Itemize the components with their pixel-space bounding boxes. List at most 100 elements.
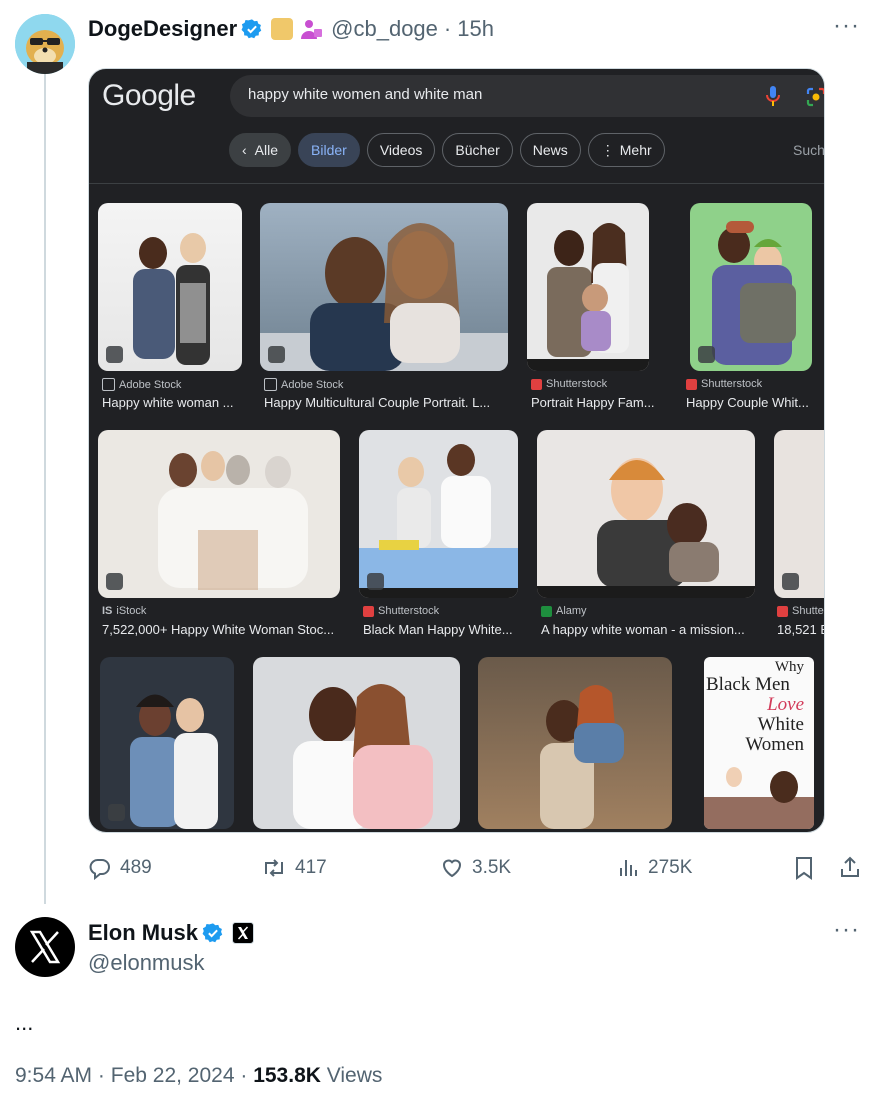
chip-news: News <box>519 133 581 167</box>
chip-mehr: ⋮ Mehr <box>587 133 665 167</box>
tweet2-header: Elon Musk <box>88 918 255 948</box>
book-title-line-3: Love <box>767 694 804 715</box>
result-caption-2: Happy Multicultural Couple Portrait. L..… <box>264 395 491 410</box>
result-source-2: Adobe Stock <box>264 378 343 391</box>
book-cover-art-icon <box>704 767 814 829</box>
mic-icon <box>766 86 780 106</box>
chip-bilder: Bilder <box>298 133 360 167</box>
author-handle[interactable]: @cb_doge <box>331 16 438 42</box>
x-affiliate-icon <box>232 922 255 944</box>
x-logo-icon <box>29 930 61 964</box>
image-icon <box>106 346 123 363</box>
woman-child-photo-icon <box>537 458 755 598</box>
result-image-3 <box>527 203 649 371</box>
retweet-icon <box>265 859 283 877</box>
image-icon <box>106 573 123 590</box>
chip-alle: ‹ Alle <box>229 133 292 167</box>
reply-count: 489 <box>120 857 152 878</box>
result-image-6 <box>359 430 518 598</box>
more-options-icon[interactable]: ··· <box>833 916 860 944</box>
result-image-1 <box>98 203 242 371</box>
views-label: Views <box>326 1064 383 1087</box>
result-image-2 <box>260 203 508 371</box>
reply-icon <box>89 859 110 880</box>
heart-icon <box>442 859 462 878</box>
result-image-5 <box>98 430 340 598</box>
kitchen-couple-photo-icon <box>359 444 518 598</box>
result-image-12: Why Black Men Love White Women <box>704 657 814 829</box>
chip-videos: Videos <box>366 133 436 167</box>
result-image-11 <box>478 657 672 829</box>
image-icon <box>268 346 285 363</box>
result-image-4 <box>690 203 812 371</box>
result-caption-4: Happy Couple Whit... <box>686 395 809 410</box>
views-count: 153.8K <box>253 1064 321 1087</box>
author-handle[interactable]: @elonmusk <box>88 950 205 976</box>
result-source-5: IS iStock <box>102 605 147 617</box>
bookmark-icon[interactable] <box>793 856 815 880</box>
result-source-4: Shutterstock <box>686 378 762 390</box>
avatar-dogedesigner[interactable] <box>15 14 75 74</box>
avatar-elonmusk[interactable] <box>15 917 75 977</box>
tweet-date[interactable]: Feb 22, 2024 <box>111 1064 235 1087</box>
google-logo: Google <box>102 79 196 112</box>
result-source-7: Alamy <box>541 605 587 617</box>
result-source-1: Adobe Stock <box>102 378 181 391</box>
tweet1-header: DogeDesigner @cb_doge · 15h <box>88 14 494 44</box>
result-source-3: Shutterstock <box>531 378 607 390</box>
views-button[interactable]: 275K <box>618 850 692 886</box>
author-name[interactable]: DogeDesigner <box>88 16 237 42</box>
chip-buecher: Bücher <box>442 133 513 167</box>
search-filter-chips: ‹ Alle Bilder Videos Bücher News ⋮ Mehr <box>229 133 665 167</box>
result-source-6: Shutterstock <box>363 605 439 617</box>
image-icon <box>108 804 125 821</box>
tweet-media-image[interactable]: Google happy white women and white man ‹… <box>88 68 825 833</box>
dot-separator: · <box>97 1064 105 1087</box>
like-button[interactable]: 3.5K <box>440 850 511 886</box>
tweet-time[interactable]: 15h <box>457 16 494 42</box>
result-caption-1: Happy white woman ... <box>102 395 234 410</box>
search-box: happy white women and white man <box>230 75 824 117</box>
image-icon <box>367 573 384 590</box>
book-title-line-5: Women <box>745 734 804 755</box>
result-source-8: Shutte <box>777 605 824 617</box>
verified-badge-icon <box>202 923 223 943</box>
share-icon[interactable] <box>838 855 862 879</box>
more-options-icon[interactable]: ··· <box>833 12 860 40</box>
tweet2-metadata: 9:54 AM · Feb 22, 2024 · 153.8K Views <box>15 1064 382 1088</box>
tweet2-body: ... <box>15 1010 34 1035</box>
family-photo-icon <box>527 223 649 371</box>
dot-separator: · <box>443 16 452 41</box>
image-icon <box>782 573 799 590</box>
result-caption-7: A happy white woman - a mission... <box>541 622 745 637</box>
result-image-9 <box>100 657 234 829</box>
search-query: happy white women and white man <box>248 86 483 103</box>
retweet-count: 417 <box>295 857 327 878</box>
result-image-7 <box>537 430 755 598</box>
analytics-icon <box>620 860 637 876</box>
piggyback-couple-photo-icon <box>540 685 624 829</box>
lens-icon <box>806 87 824 107</box>
retweet-button[interactable]: 417 <box>261 850 327 886</box>
result-image-10 <box>253 657 460 829</box>
result-image-8 <box>774 430 824 598</box>
tweet-time[interactable]: 9:54 AM <box>15 1064 92 1087</box>
book-title-line-2: Black Men <box>706 674 790 695</box>
doge-affiliate-icon <box>271 18 294 40</box>
book-title-line-4: White <box>757 714 804 735</box>
image-icon <box>698 346 715 363</box>
reply-button[interactable]: 489 <box>88 850 152 886</box>
search-tools-cut: Sucht <box>793 142 825 158</box>
thread-connector <box>44 74 46 904</box>
header-divider <box>89 183 824 184</box>
view-count: 275K <box>648 857 693 878</box>
tweet1-action-bar: 489 417 3.5K 275K <box>88 850 868 886</box>
result-caption-5: 7,522,000+ Happy White Woman Stoc... <box>102 622 335 637</box>
doge-avatar-icon <box>15 14 75 74</box>
verified-badge-icon <box>241 19 262 39</box>
couple-photo-icon <box>260 223 508 371</box>
like-count: 3.5K <box>472 857 512 878</box>
author-name[interactable]: Elon Musk <box>88 920 198 946</box>
person-emoji-icon <box>301 20 323 39</box>
result-caption-6: Black Man Happy White... <box>363 622 513 637</box>
